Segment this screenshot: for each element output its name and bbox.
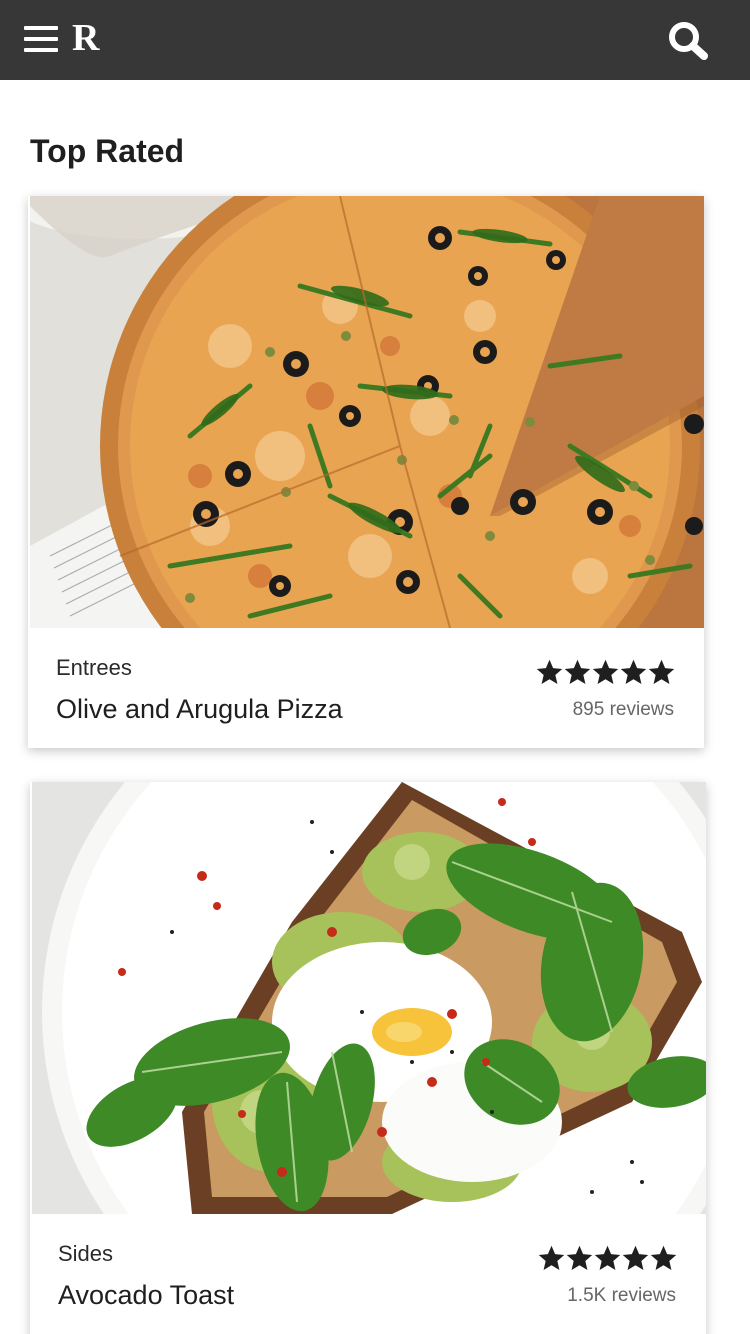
star-icon	[538, 1245, 565, 1271]
star-icon	[622, 1245, 649, 1271]
recipe-card[interactable]: Entrees Olive and Arugula Pizza 895 revi…	[28, 196, 704, 748]
recipe-card[interactable]: Sides Avocado Toast 1.5K reviews	[30, 782, 706, 1334]
star-icon	[536, 659, 563, 685]
star-icon	[564, 659, 591, 685]
card-title: Olive and Arugula Pizza	[56, 694, 343, 724]
star-icon	[648, 659, 675, 685]
section-title: Top Rated	[30, 133, 185, 169]
star-rating	[538, 1244, 678, 1274]
star-icon	[594, 1245, 621, 1271]
hamburger-menu-icon-line	[24, 48, 58, 52]
search-button[interactable]	[664, 18, 712, 62]
search-icon	[669, 22, 708, 60]
app-logo[interactable]: R	[72, 18, 99, 58]
star-icon	[566, 1245, 593, 1271]
star-icon	[592, 659, 619, 685]
star-icon	[650, 1245, 677, 1271]
star-icon	[620, 659, 647, 685]
review-count[interactable]: 1.5K reviews	[567, 1284, 676, 1308]
top-app-bar: R	[0, 0, 750, 80]
avocado-toast-photo[interactable]	[32, 782, 706, 1214]
star-rating	[536, 658, 676, 688]
hamburger-menu-icon	[24, 26, 58, 30]
olive-arugula-pizza-photo[interactable]	[30, 196, 704, 628]
hamburger-menu-icon-line	[24, 37, 58, 41]
review-count[interactable]: 895 reviews	[573, 698, 674, 722]
menu-button[interactable]	[24, 24, 58, 54]
card-category: Sides	[58, 1241, 114, 1266]
card-category: Entrees	[56, 655, 132, 680]
card-title: Avocado Toast	[58, 1280, 235, 1310]
